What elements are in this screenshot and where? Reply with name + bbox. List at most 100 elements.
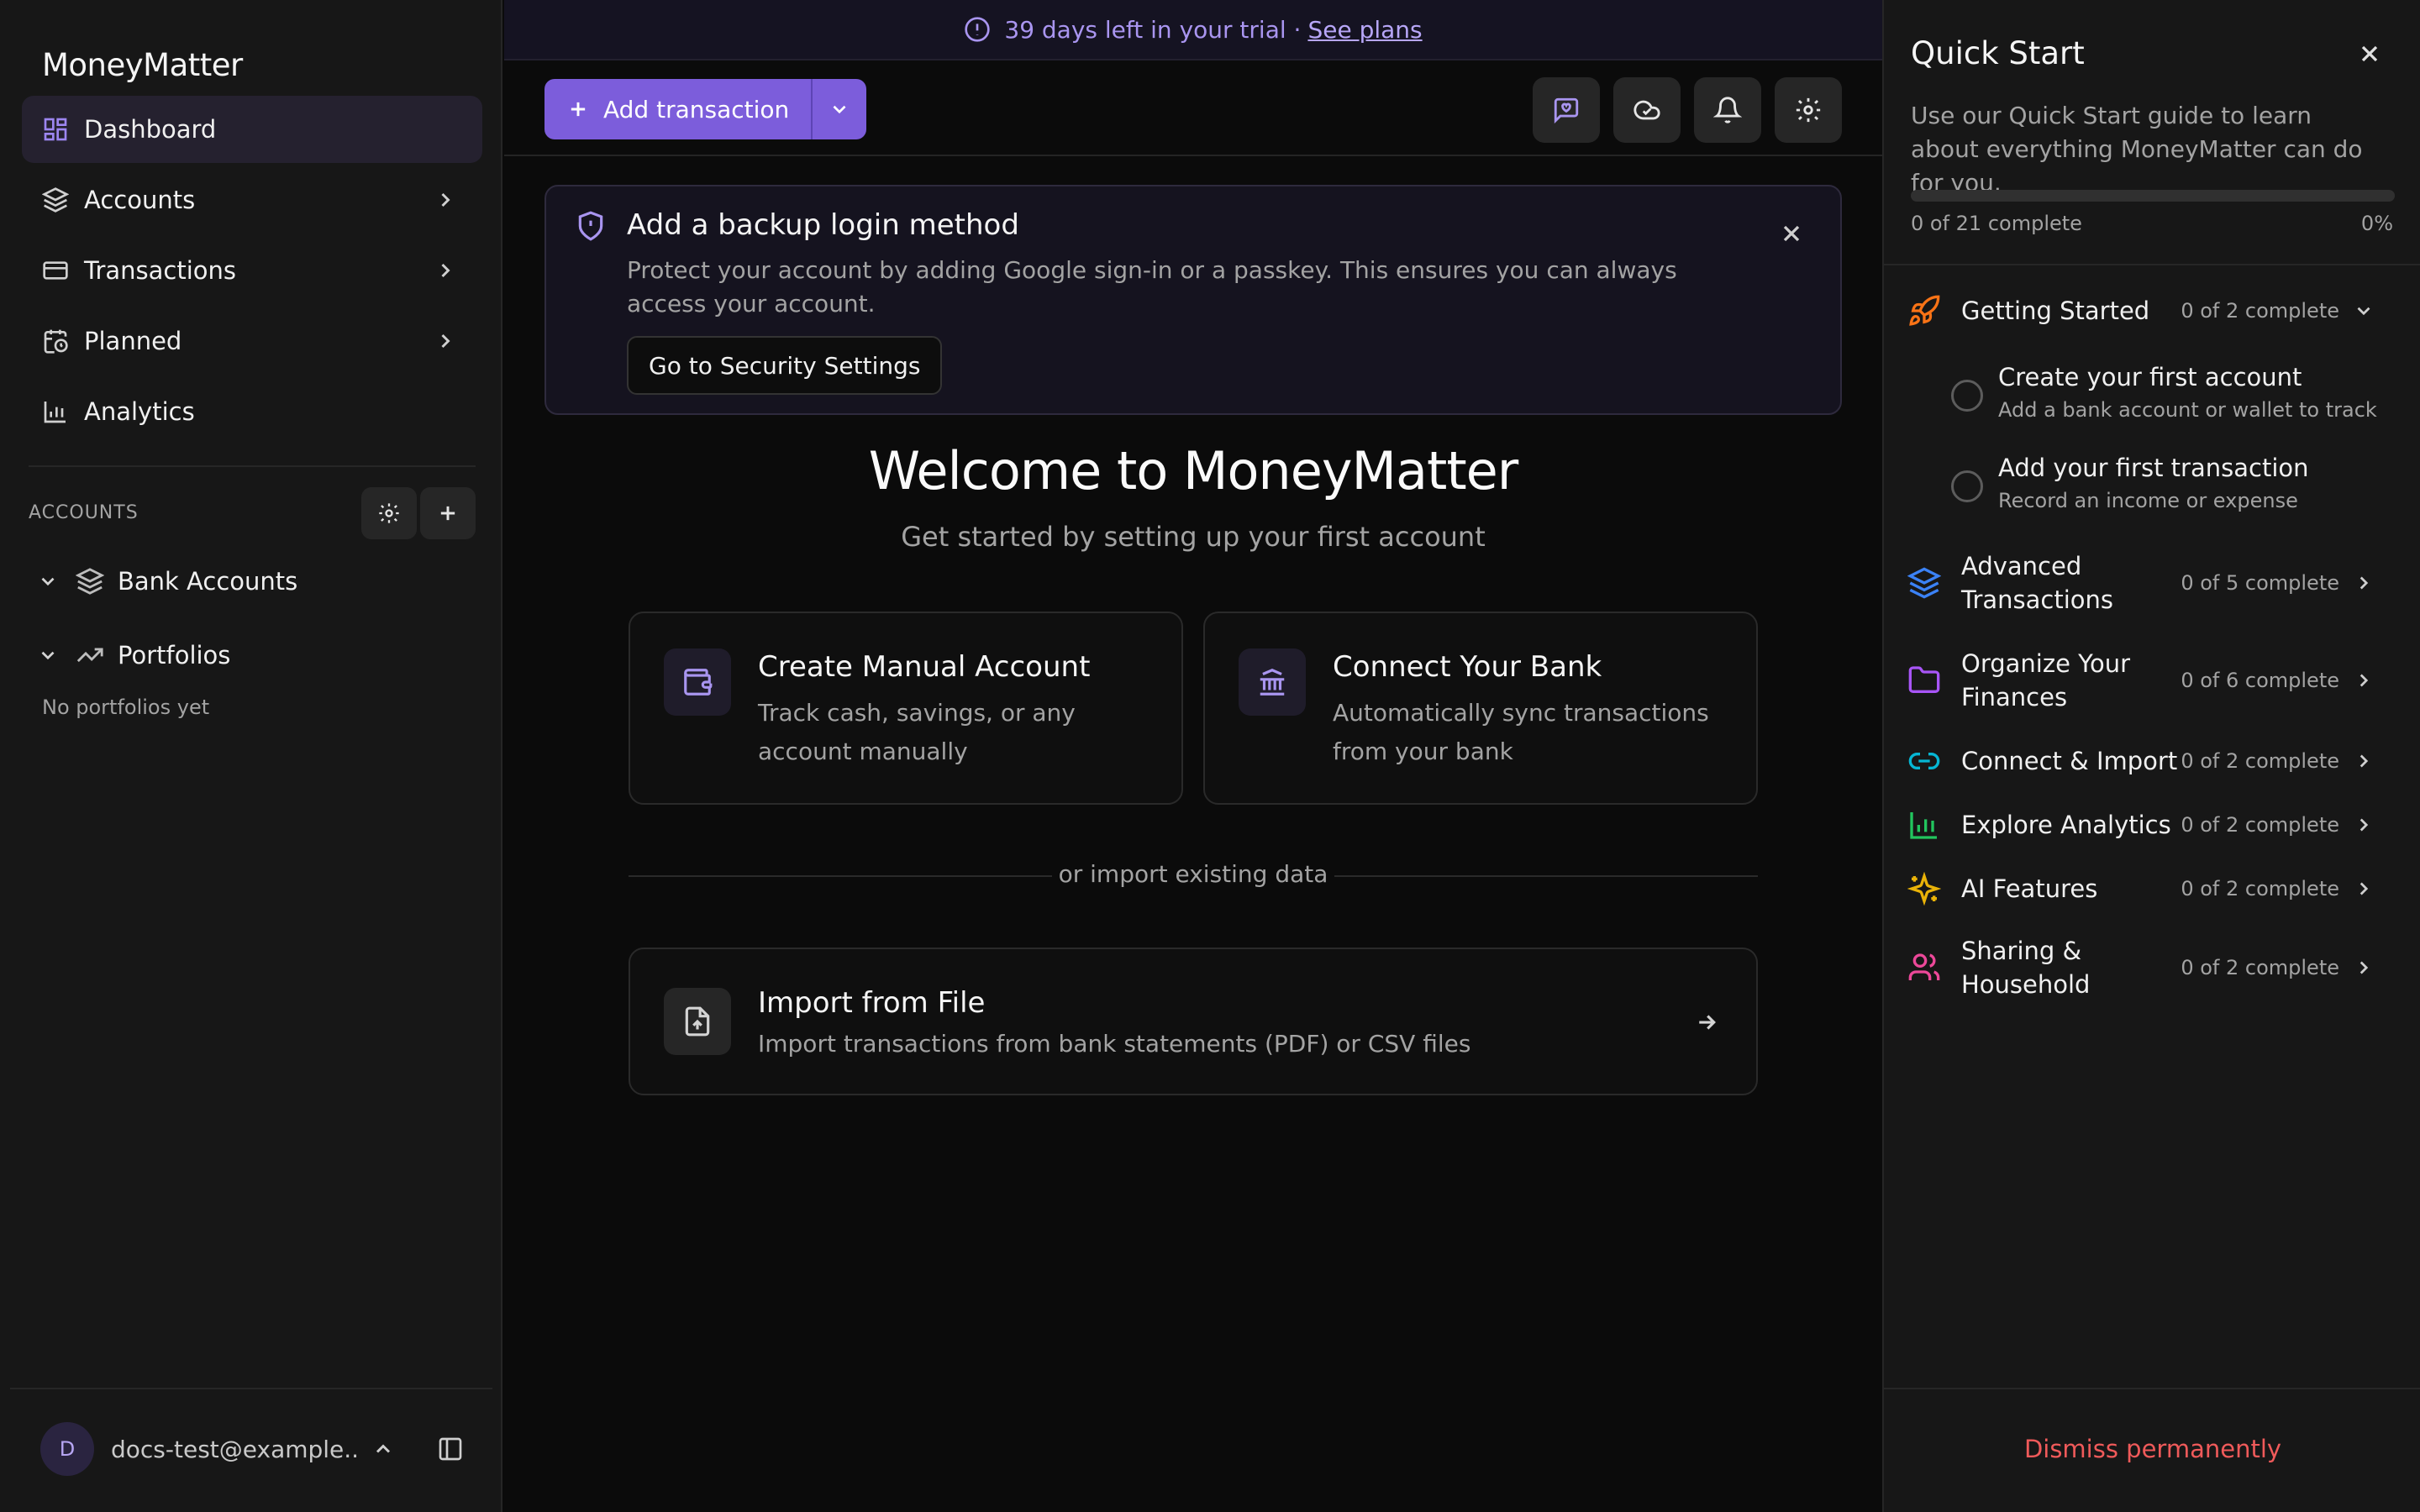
- section-label: Connect & Import: [1961, 747, 2178, 775]
- chevron-up-icon: [376, 1444, 391, 1453]
- section-connect-import[interactable]: Connect & Import 0 of 2 complete: [1907, 743, 2398, 780]
- group-bank-accounts[interactable]: Bank Accounts: [37, 556, 297, 606]
- section-label: AI Features: [1961, 874, 2098, 903]
- file-upload-icon: [685, 1006, 710, 1037]
- sidebar-divider: [29, 465, 476, 467]
- section-label: Organize Your Finances: [1961, 649, 2131, 711]
- sidebar-item-label: Dashboard: [84, 115, 217, 144]
- backup-login-alert: Add a backup login method Protect your a…: [544, 185, 1842, 415]
- wallet-icon-box: [664, 648, 731, 716]
- section-sharing-household[interactable]: Sharing & Household 0 of 2 complete: [1907, 934, 2398, 1001]
- chevron-right-icon: [441, 192, 450, 207]
- trending-up-icon: [76, 648, 103, 663]
- chevron-right-icon: [441, 333, 450, 349]
- sparkles-icon: [1907, 872, 1941, 906]
- sidebar-footer-divider: [10, 1388, 492, 1389]
- sidebar-toggle-icon[interactable]: [437, 1436, 464, 1462]
- app-title: MoneyMatter: [42, 47, 243, 83]
- chevron-right-icon: [2360, 818, 2369, 832]
- link-icon: [1908, 753, 1940, 769]
- dashboard-icon: [44, 118, 67, 141]
- close-icon[interactable]: [1778, 220, 1805, 247]
- folder-icon: [1908, 666, 1940, 693]
- close-icon[interactable]: [2356, 40, 2383, 67]
- progress-text: 0 of 21 complete: [1911, 212, 2082, 235]
- section-label: Getting Started: [1961, 297, 2150, 325]
- sidebar-item-transactions[interactable]: Transactions: [22, 237, 482, 304]
- layers-icon: [42, 187, 69, 213]
- chevron-right-icon: [2360, 674, 2369, 687]
- feedback-button[interactable]: [1533, 77, 1600, 143]
- sidebar-item-label: Planned: [84, 327, 182, 355]
- add-transaction-button[interactable]: Add transaction: [544, 79, 811, 139]
- section-label: Explore Analytics: [1961, 811, 2171, 839]
- card-description: Import transactions from bank statements…: [758, 1030, 1471, 1058]
- chevron-down-icon: [833, 105, 846, 114]
- account-settings-button[interactable]: [361, 487, 417, 539]
- accounts-section-label: ACCOUNTS: [29, 502, 139, 523]
- section-organize-finances[interactable]: Organize Your Finances 0 of 6 complete: [1907, 647, 2398, 714]
- add-account-button[interactable]: [420, 487, 476, 539]
- chevron-right-icon: [2360, 882, 2369, 895]
- bell-icon: [1713, 97, 1742, 123]
- users-icon: [1908, 953, 1940, 980]
- avatar: D: [40, 1422, 94, 1476]
- user-email: docs-test@example....: [111, 1435, 360, 1463]
- alert-description: Protect your account by adding Google si…: [627, 256, 1677, 318]
- add-transaction-label: Add transaction: [603, 95, 790, 123]
- shield-alert-icon: [578, 211, 603, 241]
- task-title: Create your first account: [1998, 363, 2302, 391]
- page-subtitle: Get started by setting up your first acc…: [901, 521, 1486, 553]
- task-subtitle: Record an income or expense: [1998, 489, 2298, 512]
- layers-icon: [1907, 567, 1941, 599]
- bank-icon: [1260, 669, 1285, 696]
- card-description: Track cash, savings, or any account manu…: [758, 699, 1076, 765]
- task-checkbox[interactable]: [1951, 380, 1983, 412]
- notifications-button[interactable]: [1694, 77, 1761, 143]
- task-add-transaction[interactable]: Add your first transaction Record an inc…: [1951, 454, 2388, 521]
- layers-icon: [76, 568, 104, 595]
- settings-button[interactable]: [1775, 77, 1842, 143]
- section-label: Advanced Transactions: [1961, 552, 2114, 614]
- sidebar: MoneyMatter Dashboard Accounts Transacti…: [0, 0, 502, 1512]
- section-count: 0 of 6 complete: [2181, 669, 2339, 692]
- section-label: Sharing & Household: [1961, 937, 2091, 999]
- task-create-account[interactable]: Create your first account Add a bank acc…: [1951, 363, 2388, 430]
- rocket-icon: [1909, 295, 1940, 326]
- sidebar-item-label: Analytics: [84, 397, 195, 426]
- section-advanced-transactions[interactable]: Advanced Transactions 0 of 5 complete: [1907, 549, 2398, 617]
- chevron-right-icon: [2360, 754, 2369, 768]
- security-settings-button[interactable]: Go to Security Settings: [627, 336, 943, 395]
- portfolios-empty-text: No portfolios yet: [42, 696, 210, 719]
- see-plans-link[interactable]: See plans: [1307, 16, 1422, 44]
- task-checkbox[interactable]: [1951, 470, 1983, 502]
- sidebar-item-planned[interactable]: Planned: [22, 307, 482, 375]
- section-count: 0 of 5 complete: [2181, 571, 2339, 595]
- section-explore-analytics[interactable]: Explore Analytics 0 of 2 complete: [1907, 806, 2398, 843]
- gear-icon: [379, 503, 399, 523]
- user-menu[interactable]: D docs-test@example....: [40, 1421, 477, 1477]
- quick-start-intro: Use our Quick Start guide to learn about…: [1911, 102, 2363, 197]
- bar-chart-icon: [44, 402, 66, 423]
- section-ai-features[interactable]: AI Features 0 of 2 complete: [1907, 870, 2398, 907]
- cloud-sync-icon: [1634, 100, 1660, 120]
- arrow-right-icon: [1699, 1015, 1716, 1030]
- sidebar-item-analytics[interactable]: Analytics: [22, 378, 482, 445]
- section-getting-started[interactable]: Getting Started 0 of 2 complete: [1907, 292, 2398, 329]
- import-from-file-card[interactable]: Import from File Import transactions fro…: [629, 948, 1758, 1095]
- progress-bar: [1911, 190, 2395, 202]
- sidebar-item-accounts[interactable]: Accounts: [22, 166, 482, 234]
- group-portfolios[interactable]: Portfolios: [37, 630, 230, 680]
- progress-percent: 0%: [2360, 212, 2393, 235]
- create-manual-account-card[interactable]: Create Manual Account Track cash, saving…: [629, 612, 1183, 805]
- section-count: 0 of 2 complete: [2181, 299, 2339, 323]
- dismiss-permanently-button[interactable]: Dismiss permanently: [1884, 1435, 2420, 1463]
- connect-bank-card[interactable]: Connect Your Bank Automatically sync tra…: [1203, 612, 1758, 805]
- card-title: Import from File: [758, 986, 986, 1020]
- plus-icon: [440, 506, 455, 521]
- sidebar-item-dashboard[interactable]: Dashboard: [22, 96, 482, 163]
- add-transaction-dropdown[interactable]: [811, 79, 866, 139]
- sync-button[interactable]: [1613, 77, 1681, 143]
- chevron-down-icon: [2357, 307, 2370, 316]
- divider-text: or import existing data: [1058, 860, 1328, 888]
